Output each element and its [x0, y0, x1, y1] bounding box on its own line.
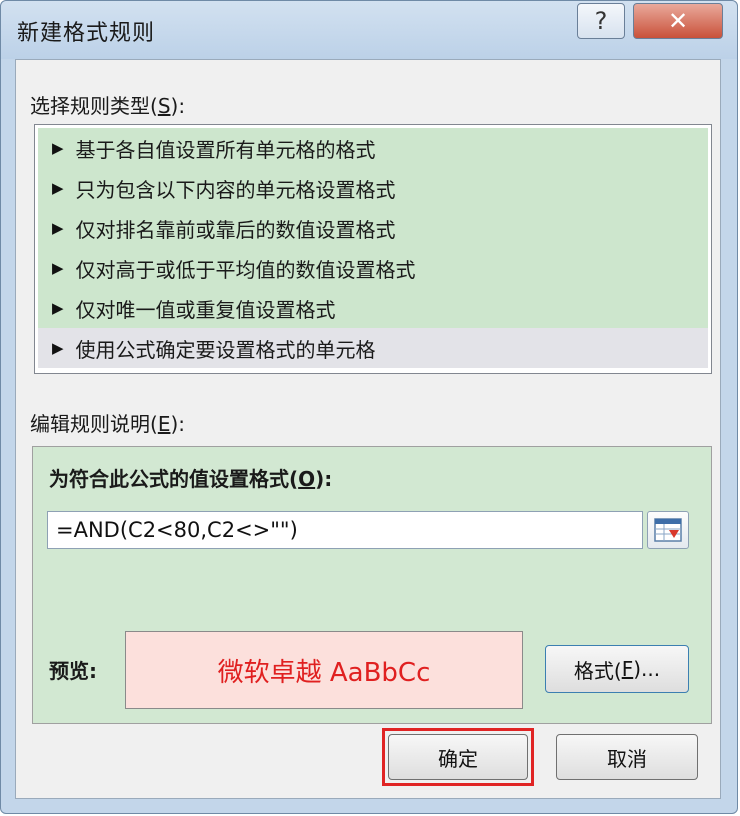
- dialog-title: 新建格式规则: [17, 21, 156, 46]
- rule-type-item-label: 只为包含以下内容的单元格设置格式: [75, 177, 396, 202]
- rule-type-item[interactable]: ▶ 仅对高于或低于平均值的数值设置格式: [38, 248, 708, 288]
- edit-rule-description-label: 编辑规则说明(E):: [30, 412, 185, 436]
- ok-button[interactable]: 确定: [388, 734, 528, 780]
- rule-type-item[interactable]: ▶ 仅对唯一值或重复值设置格式: [38, 288, 708, 328]
- rule-type-list[interactable]: ▶ 基于各自值设置所有单元格的格式 ▶ 只为包含以下内容的单元格设置格式 ▶ 仅…: [34, 124, 712, 374]
- rule-type-item-label: 仅对排名靠前或靠后的数值设置格式: [75, 217, 396, 242]
- close-button[interactable]: ✕: [633, 3, 723, 39]
- new-format-rule-dialog: 新建格式规则 ? ✕ 选择规则类型(S): ▶ 基于各自值设置所有单元格的格式 …: [0, 0, 738, 814]
- dialog-body: 选择规则类型(S): ▶ 基于各自值设置所有单元格的格式 ▶ 只为包含以下内容的…: [15, 59, 721, 799]
- triangle-right-icon: ▶: [52, 339, 64, 357]
- preview-label: 预览:: [49, 659, 97, 683]
- triangle-right-icon: ▶: [52, 139, 64, 157]
- rule-type-item-label: 使用公式确定要设置格式的单元格: [75, 337, 376, 362]
- formula-heading: 为符合此公式的值设置格式(O):: [49, 467, 333, 491]
- triangle-right-icon: ▶: [52, 259, 64, 277]
- collapse-dialog-button[interactable]: [647, 511, 689, 549]
- rule-type-item-label: 仅对高于或低于平均值的数值设置格式: [75, 257, 416, 282]
- rule-type-item-selected[interactable]: ▶ 使用公式确定要设置格式的单元格: [38, 328, 708, 368]
- rule-type-label: 选择规则类型(S):: [30, 94, 186, 118]
- triangle-right-icon: ▶: [52, 179, 64, 197]
- close-icon: ✕: [667, 7, 689, 35]
- triangle-right-icon: ▶: [52, 299, 64, 317]
- title-bar: 新建格式规则 ? ✕: [1, 1, 737, 59]
- rule-description-panel: 为符合此公式的值设置格式(O): 预览: 微软卓越 AaBbCc 格式(F)..…: [32, 446, 712, 724]
- rule-type-item[interactable]: ▶ 仅对排名靠前或靠后的数值设置格式: [38, 208, 708, 248]
- rule-type-item-label: 仅对唯一值或重复值设置格式: [75, 297, 336, 322]
- range-select-icon: [654, 518, 682, 542]
- cancel-button[interactable]: 取消: [556, 734, 698, 780]
- help-icon: ?: [594, 7, 608, 35]
- rule-type-item[interactable]: ▶ 只为包含以下内容的单元格设置格式: [38, 168, 708, 208]
- help-button[interactable]: ?: [577, 3, 625, 39]
- formula-input[interactable]: [47, 511, 643, 549]
- rule-type-item-label: 基于各自值设置所有单元格的格式: [75, 137, 376, 162]
- rule-type-item[interactable]: ▶ 基于各自值设置所有单元格的格式: [38, 128, 708, 168]
- triangle-right-icon: ▶: [52, 219, 64, 237]
- format-preview: 微软卓越 AaBbCc: [125, 631, 523, 709]
- format-button[interactable]: 格式(F)...: [545, 645, 689, 693]
